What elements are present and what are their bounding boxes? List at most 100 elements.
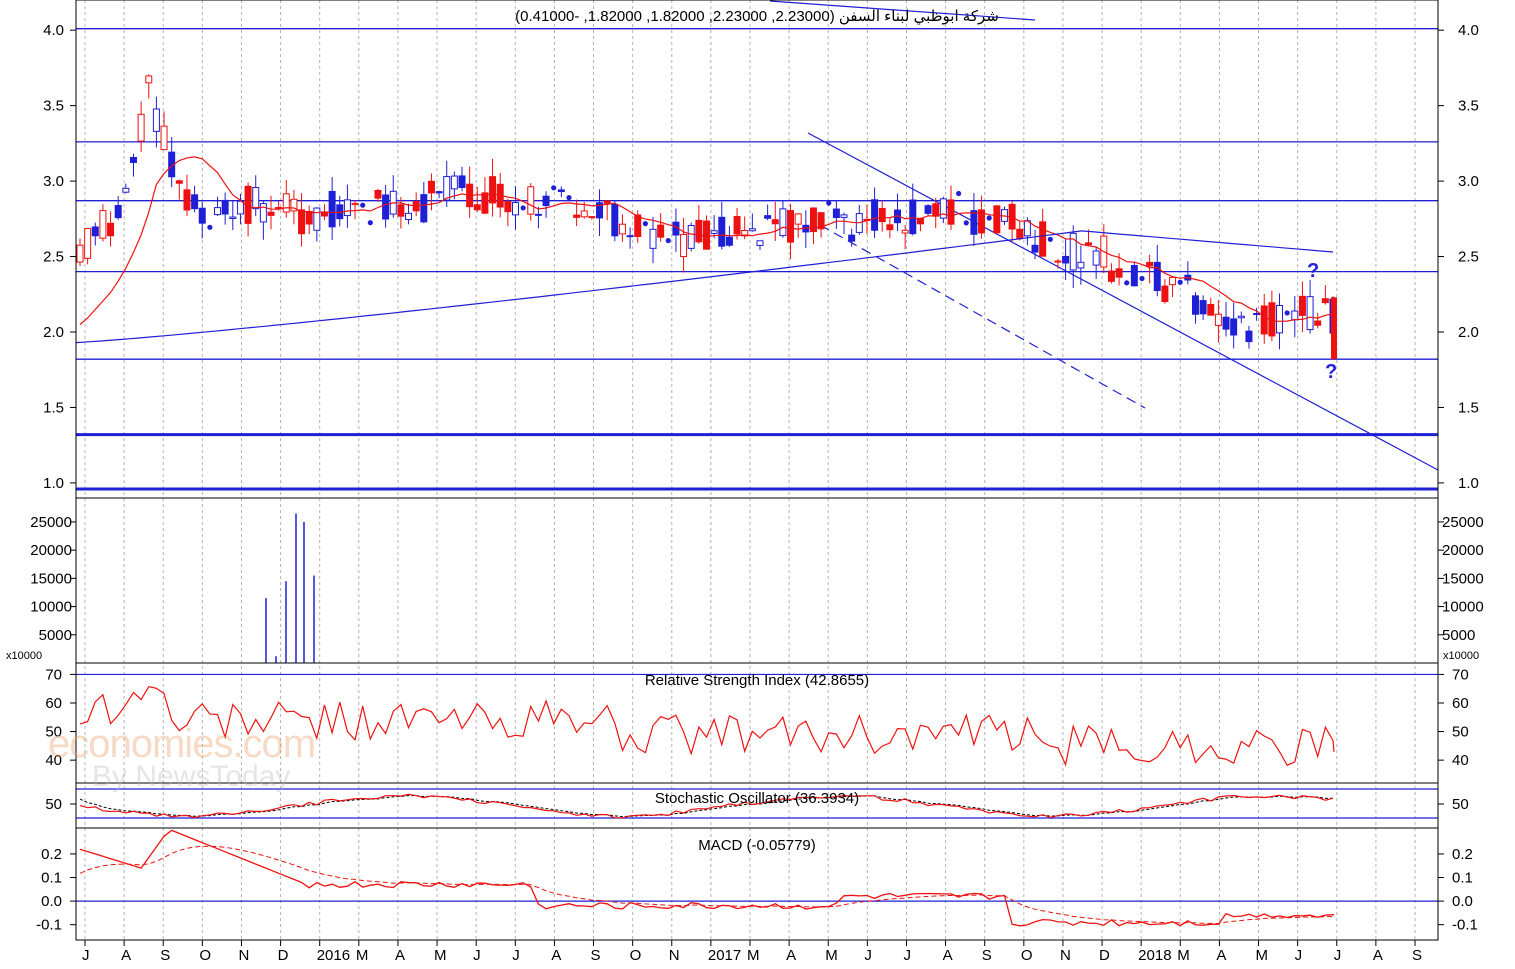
candle-body: [1276, 304, 1284, 334]
candle-body: [794, 213, 802, 225]
price-chart-title: شركة ابوظبي لبناء السفن (2.23000, 2.2300…: [515, 8, 999, 26]
candle-body: [511, 202, 519, 216]
stochastic-y-tick-label-right: 50: [1452, 796, 1469, 813]
candle-body: [748, 228, 756, 232]
stock-chart: J A S O N D 2016 M A M J J A S O N 2017 M A M J J A S O N D 2018 M A M…: [6, 0, 1484, 964]
candle-body: [588, 216, 596, 219]
x-tick-label: A: [1373, 947, 1383, 964]
candle-body: [504, 201, 512, 213]
candle-body: [871, 199, 879, 231]
candle-body: [1260, 305, 1268, 335]
price-y-tick-label: 1.0: [43, 475, 64, 492]
candle-body: [282, 193, 290, 213]
candle-body: [107, 222, 115, 237]
price-y-tick-label-right: 2.5: [1458, 249, 1479, 266]
candle-body: [1085, 242, 1093, 246]
candle-body: [756, 240, 764, 246]
candle-body: [405, 212, 413, 221]
x-tick-label: N: [238, 947, 249, 964]
x-tick-label: J: [512, 947, 520, 964]
candle-body: [1314, 320, 1322, 326]
x-tick-label: M: [1256, 947, 1269, 964]
x-tick-label: A: [551, 947, 561, 964]
volume-y-tick-label: 10000: [30, 599, 72, 616]
x-tick-label: A: [786, 947, 796, 964]
x-tick-label: M: [1177, 947, 1190, 964]
price-point: [956, 190, 962, 197]
question-mark-upper: ?: [1307, 260, 1319, 282]
candle-body: [1016, 228, 1024, 240]
candle-body: [122, 187, 130, 193]
candle-body: [947, 199, 955, 225]
candle-body: [305, 210, 313, 225]
candle-body: [1153, 261, 1161, 291]
x-tick-label: A: [1216, 947, 1226, 964]
candle-body: [832, 208, 840, 219]
price-y-tick-label-right: 4.0: [1458, 22, 1479, 39]
volume-multiplier-right: x10000: [1443, 650, 1479, 662]
axes-layer: J A S O N D 2016 M A M J J A S O N 2017 M A M J J A S O N D 2018 M A M…: [30, 0, 1484, 964]
rsi-title: Relative Strength Index (42.8655): [645, 672, 869, 689]
chart-root: J A S O N D 2016 M A M J J A S O N 2017 M A M J J A S O N D 2018 M A M…: [0, 0, 1515, 964]
candle-body: [886, 224, 894, 231]
candle-body: [626, 235, 634, 238]
x-tick-label: J: [82, 947, 90, 964]
price-point: [642, 221, 648, 227]
candle-body: [76, 244, 84, 263]
x-tick-label: O: [630, 947, 642, 964]
candle-body: [160, 125, 168, 151]
candle-body: [1169, 276, 1177, 286]
volume-y-tick-label-right: 15000: [1442, 570, 1484, 587]
candle-body: [1039, 221, 1047, 257]
volume-panel: [265, 513, 315, 663]
x-tick-label: J: [1334, 947, 1342, 964]
rsi-y-tick-label: 60: [45, 695, 62, 712]
candle-body: [1291, 310, 1299, 321]
macd-signal-line: [79, 845, 1334, 925]
candle-body: [91, 226, 99, 237]
candle-body: [214, 207, 222, 216]
candle-body: [634, 214, 642, 237]
price-point: [1124, 280, 1130, 286]
candle-body: [542, 195, 550, 207]
x-tick-label: S: [1412, 947, 1422, 964]
candle-body: [710, 230, 718, 234]
candle-body: [687, 225, 695, 249]
candle-body: [481, 192, 489, 214]
candle-body: [489, 176, 497, 204]
price-point: [986, 215, 992, 221]
candle-body: [427, 180, 435, 194]
volume-y-tick-label-right: 10000: [1442, 599, 1484, 616]
candle-body: [343, 199, 351, 217]
price-point: [1139, 275, 1145, 282]
candle-body: [939, 198, 947, 219]
candle-body: [267, 211, 275, 216]
price-y-tick-label-right: 1.5: [1458, 399, 1479, 416]
candle-body: [1107, 270, 1115, 282]
rsi-y-tick-label: 70: [45, 666, 62, 683]
price-y-tick-label: 2.5: [43, 249, 64, 266]
candle-body: [298, 209, 306, 235]
price-point: [360, 202, 366, 208]
price-point: [963, 220, 969, 226]
candle-body: [1191, 295, 1199, 315]
candle-body: [1092, 250, 1100, 266]
candle-body: [1199, 300, 1207, 315]
price-point: [826, 200, 832, 206]
candle-body: [397, 204, 405, 217]
candle-body: [236, 200, 244, 215]
x-tick-label: 2018: [1138, 947, 1171, 964]
candle-body: [1321, 298, 1329, 304]
macd-y-tick-label-right: 0.2: [1452, 846, 1473, 863]
rsi-y-tick-label-right: 40: [1452, 752, 1469, 769]
x-tick-label: 2016: [317, 947, 350, 964]
candle-body: [779, 208, 787, 237]
x-tick-label: O: [1021, 947, 1033, 964]
candle-body: [649, 228, 657, 249]
candle-body: [252, 186, 260, 210]
macd-title: MACD (-0.05779): [698, 837, 816, 854]
candle-body: [603, 200, 611, 204]
candle-body: [657, 224, 665, 238]
stochastic-title: Stochastic Oscillator (36.3934): [655, 790, 859, 807]
price-y-tick-label: 1.5: [43, 399, 64, 416]
